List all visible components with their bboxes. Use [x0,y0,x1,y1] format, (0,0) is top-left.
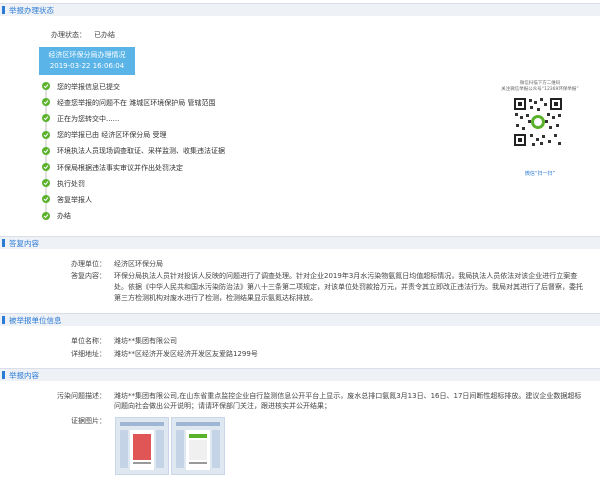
timeline-check-icon [42,98,50,107]
timeline-check-icon [42,82,50,90]
reply-unit-value: 经济区环保分局 [114,260,163,268]
reply-content-value: 环保分局执法人员针对投诉人反映的问题进行了调查处理。针对企业2019年3月水污染… [114,272,583,302]
report-desc-value: 潍坊**集团有限公司,在山东省重点监控企业自行监测信息公开平台上显示，废水总排口… [114,392,582,410]
banner-time: 2019-03-22 16:06:04 [49,62,125,70]
banner-title: 经济区环保分局办理情况 [48,51,126,59]
timeline-check-icon [42,114,50,123]
timeline-check-icon [42,211,50,220]
qr-code-icon [512,96,564,148]
section-marker [2,6,5,14]
timeline-step-text: 您的举报已由 经济区环保分局 受理 [57,131,167,140]
timeline-step-text: 您的举报信息已提交 [57,82,120,91]
qr-caption-bottom: 微信“扫一扫” [524,171,556,177]
reply-section-header: 答复内容 [0,236,600,249]
reported-unit-name-value: 潍坊**集团有限公司 [114,337,177,345]
timeline-check-icon [42,195,50,204]
timeline-check-icon [42,163,50,171]
report-section-header: 举报内容 [0,368,600,381]
status-label: 办理状态： [51,31,86,39]
timeline-step-text: 办结 [57,212,71,221]
section-marker [2,371,5,379]
timeline-step-text: 经查您举报的问题不在 潍城区环境保护局 管辖范围 [57,98,216,107]
evidence-image-thumbnail[interactable] [171,417,225,475]
timeline-step-text: 正在为您转交中...... [57,114,120,123]
timeline-step-text: 环境执法人员现场调查取证、采样监测、收集违法证据 [57,147,225,156]
evidence-image-thumbnail[interactable] [115,417,169,475]
report-section-title: 举报内容 [9,371,39,380]
reported-unit-address-label: 详细地址： [71,350,106,358]
timeline-step-text: 答复举报人 [57,195,92,204]
status-value: 已办结 [94,31,115,39]
reported-unit-section-title: 被举报单位信息 [9,316,62,325]
status-section-header: 举报办理状态 [0,3,600,16]
reply-unit-label: 办理单位： [71,260,106,268]
timeline-check-icon [42,179,50,188]
reply-section-title: 答复内容 [9,239,39,248]
section-marker [2,239,5,247]
section-marker [2,316,5,324]
evidence-image-2 [172,418,224,474]
timeline-check-icon [42,130,50,139]
report-desc-label: 污染问题描述： [57,392,106,400]
qr-caption-top2: 关注微信举报公众号“12369环保举报” [501,87,579,92]
evidence-image-1 [116,418,168,474]
handling-banner: 经济区环保分局办理情况 2019-03-22 16:06:04 [39,47,135,75]
timeline-step-text: 环保局根据违法事实审议并作出处罚决定 [57,163,183,172]
reported-unit-name-label: 单位名称： [71,337,106,345]
evidence-label: 证据图片： [71,417,106,425]
status-section-title: 举报办理状态 [9,6,54,15]
reported-unit-address-value: 潍坊**区经济开发区经济开发区友爱路1299号 [114,350,258,358]
timeline-step-text: 执行处罚 [57,179,85,188]
reported-unit-section-header: 被举报单位信息 [0,313,600,326]
timeline-check-icon [42,146,50,155]
reply-content-label: 答复内容： [71,272,106,280]
